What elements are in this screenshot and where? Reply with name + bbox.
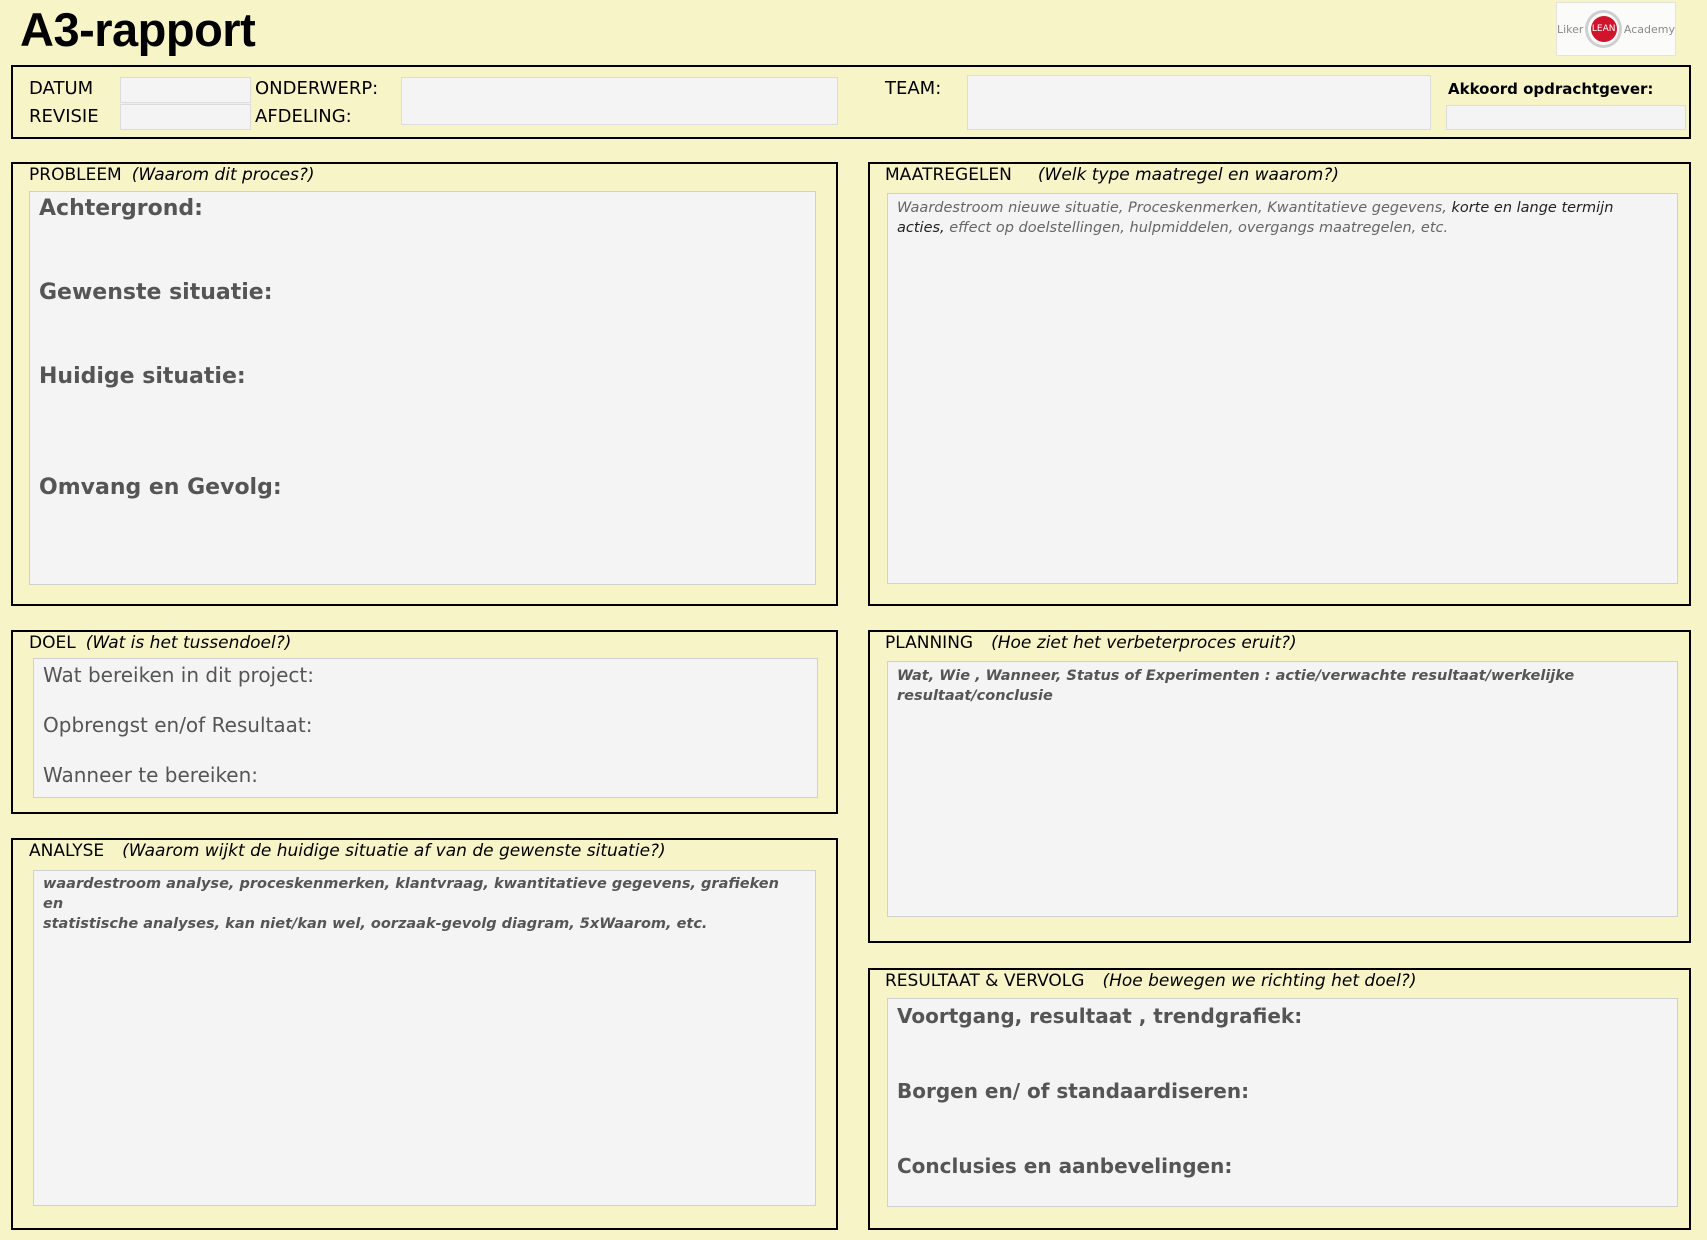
- analyse-hint: waardestroom analyse, proceskenmerken, k…: [43, 874, 803, 934]
- doel-subtitle: (Wat is het tussendoel?): [85, 633, 292, 653]
- planning-heading: PLANNING (Hoe ziet het verbeterproces eru…: [885, 633, 1297, 653]
- doel-wat-bereiken: Wat bereiken in dit project:: [43, 663, 314, 687]
- resultaat-heading: RESULTAAT & VERVOLG (Hoe bewegen we richt…: [885, 971, 1416, 991]
- logo-ring-icon: LEAN: [1585, 10, 1622, 48]
- analyse-label: ANALYSE: [29, 841, 105, 861]
- planning-hint-1: Wat, Wie , Wanneer, Status of Experiment…: [897, 668, 1575, 684]
- planning-hint-2: resultaat/conclusie: [897, 688, 1053, 704]
- probleem-huidige-situatie: Huidige situatie:: [39, 364, 246, 389]
- afdeling-label: AFDELING:: [255, 106, 352, 127]
- datum-field[interactable]: [120, 77, 251, 103]
- probleem-subtitle: (Waarom dit proces?): [131, 165, 315, 185]
- analyse-hint-1: waardestroom analyse, proceskenmerken, k…: [43, 876, 779, 912]
- resultaat-voortgang: Voortgang, resultaat , trendgrafiek:: [897, 1004, 1303, 1028]
- doel-label: DOEL: [29, 633, 76, 653]
- resultaat-label: RESULTAAT & VERVOLG: [885, 971, 1085, 991]
- logo-text-left: Liker: [1557, 22, 1584, 36]
- planning-subtitle: (Hoe ziet het verbeterproces eruit?): [991, 633, 1297, 653]
- maatregelen-hint-c: acties,: [897, 220, 945, 236]
- maatregelen-hint-a: Waardestroom nieuwe situatie, Proceskenm…: [897, 200, 1447, 216]
- resultaat-borgen: Borgen en/ of standaardiseren:: [897, 1079, 1250, 1103]
- maatregelen-hint-b: korte en lange termijn: [1446, 200, 1614, 216]
- planning-hint: Wat, Wie , Wanneer, Status of Experiment…: [897, 666, 1657, 706]
- doel-wanneer: Wanneer te bereiken:: [43, 763, 259, 787]
- akkoord-label: Akkoord opdrachtgever:: [1448, 80, 1654, 98]
- planning-label: PLANNING: [885, 633, 974, 653]
- resultaat-conclusies: Conclusies en aanbevelingen:: [897, 1154, 1233, 1178]
- team-field[interactable]: [967, 75, 1431, 130]
- maatregelen-textarea[interactable]: [887, 193, 1678, 584]
- probleem-label: PROBLEEM: [29, 165, 122, 185]
- revisie-label: REVISIE: [29, 106, 99, 127]
- resultaat-subtitle: (Hoe bewegen we richting het doel?): [1102, 971, 1417, 991]
- onderwerp-label: ONDERWERP:: [255, 78, 379, 99]
- revisie-field[interactable]: [120, 104, 251, 130]
- analyse-hint-2: statistische analyses, kan niet/kan wel,…: [43, 916, 708, 932]
- probleem-omvang-gevolg: Omvang en Gevolg:: [39, 475, 282, 500]
- team-label: TEAM:: [885, 78, 942, 99]
- datum-label: DATUM: [29, 78, 94, 99]
- logo-mark: LEAN: [1590, 16, 1617, 42]
- liker-lean-academy-logo: Liker LEAN Academy: [1556, 2, 1676, 56]
- header-box: [11, 65, 1691, 139]
- maatregelen-hint-d: effect op doelstellingen, hulpmiddelen, …: [944, 220, 1449, 236]
- logo-text-right: Academy: [1623, 22, 1675, 36]
- analyse-subtitle: (Waarom wijkt de huidige situatie af van…: [122, 841, 666, 861]
- maatregelen-heading: MAATREGELEN (Welk type maatregel en waaro…: [885, 165, 1339, 185]
- page-title: A3-rapport: [20, 3, 256, 56]
- probleem-heading: PROBLEEM (Waarom dit proces?): [29, 165, 315, 185]
- probleem-gewenste-situatie: Gewenste situatie:: [39, 280, 273, 305]
- maatregelen-subtitle: (Welk type maatregel en waarom?): [1037, 165, 1339, 185]
- analyse-heading: ANALYSE (Waarom wijkt de huidige situatie…: [29, 841, 666, 861]
- probleem-achtergrond: Achtergrond:: [39, 196, 203, 221]
- onderwerp-afdeling-field[interactable]: [401, 77, 838, 125]
- akkoord-field[interactable]: [1446, 105, 1686, 130]
- maatregelen-label: MAATREGELEN: [885, 165, 1012, 185]
- maatregelen-hint: Waardestroom nieuwe situatie, Proceskenm…: [897, 198, 1657, 238]
- doel-heading: DOEL (Wat is het tussendoel?): [29, 633, 291, 653]
- doel-opbrengst: Opbrengst en/of Resultaat:: [43, 713, 313, 737]
